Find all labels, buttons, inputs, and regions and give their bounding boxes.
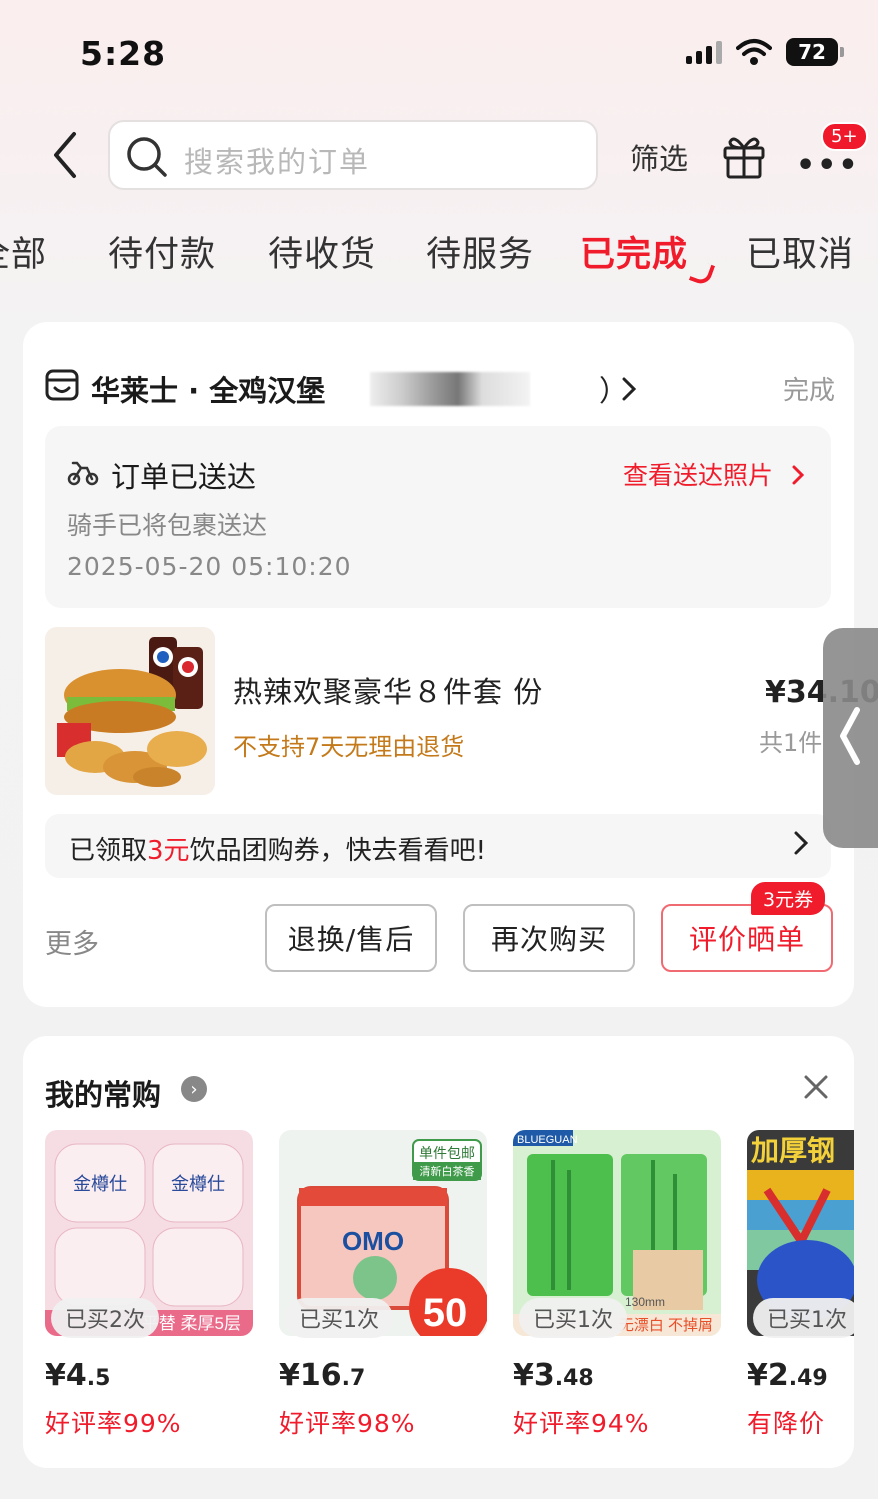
tab-pending-receipt[interactable]: 待收货: [268, 226, 376, 277]
item-rating: 有降价: [747, 1409, 826, 1438]
store-icon: [45, 369, 79, 401]
item-price: ¥4.5: [45, 1358, 110, 1393]
chevron-right-icon: [792, 465, 805, 485]
wifi-icon: [736, 39, 772, 65]
coupon-banner-text: 已领取3元饮品团购券，快去看看吧!: [69, 830, 486, 867]
price-symbol: ¥: [513, 1358, 534, 1393]
order-card[interactable]: 华莱士 · 全鸡汉堡 ） 完成 订单已送达 查看送达照片 骑手已将包裹送达 20…: [23, 322, 878, 1007]
order-tabs: 全部 待付款 待收货 待服务 已完成 已取消: [0, 226, 878, 286]
bought-count-badge: 已买1次: [285, 1298, 393, 1338]
item-rating: 好评率99%: [45, 1409, 182, 1438]
tab-completed[interactable]: 已完成: [580, 226, 688, 277]
price-integer: 2: [767, 1358, 789, 1393]
gift-icon[interactable]: [720, 132, 768, 180]
item-rating: 好评率98%: [279, 1409, 416, 1438]
item-big-text: 50: [423, 1291, 468, 1335]
tab-pending-payment[interactable]: 待付款: [108, 226, 216, 277]
coupon-banner[interactable]: 已领取3元饮品团购券，快去看看吧!: [45, 814, 831, 878]
back-icon[interactable]: [46, 130, 86, 180]
item-brand-text: BLUEGUAN: [517, 1134, 578, 1146]
no-return-note: 不支持7天无理由退货: [233, 733, 465, 761]
frequent-items-list: 金樽仕 金樽仕 平替 柔厚5层 已买2次 ¥4.5 好评率99% 单件包邮 清新…: [45, 1130, 854, 1460]
bought-count-badge: 已买1次: [753, 1298, 854, 1338]
cellular-signal-icon: [686, 40, 722, 64]
product-count: 共1件: [759, 729, 823, 757]
store-row[interactable]: 华莱士 · 全鸡汉堡 ） 完成: [45, 362, 835, 412]
item-brand-text: 金樽仕: [73, 1174, 127, 1194]
search-placeholder: 搜索我的订单: [184, 145, 371, 179]
rebuy-button[interactable]: 再次购买: [463, 904, 635, 972]
delivery-scooter-icon: [67, 461, 99, 486]
chevron-left-icon: [840, 707, 860, 765]
delivery-title: 订单已送达: [111, 460, 257, 494]
more-actions-link[interactable]: 更多: [45, 922, 99, 961]
store-name[interactable]: 华莱士 · 全鸡汉堡: [91, 368, 325, 410]
list-item[interactable]: 金樽仕 金樽仕 平替 柔厚5层 已买2次 ¥4.5 好评率99%: [45, 1130, 253, 1460]
filter-button[interactable]: 筛选: [630, 136, 688, 178]
after-sales-button[interactable]: 退换/售后: [265, 904, 437, 972]
status-bar: 5:28 72: [0, 0, 878, 110]
coupon-suffix: 饮品团购券，快去看看吧!: [189, 836, 486, 866]
chevron-right-icon[interactable]: [621, 376, 637, 402]
bought-count-badge: 已买1次: [519, 1298, 627, 1338]
redacted-address: [370, 372, 530, 406]
price-symbol: ¥: [747, 1358, 768, 1393]
price-integer: 3: [533, 1358, 555, 1393]
side-drawer-handle[interactable]: [823, 628, 878, 848]
product-name[interactable]: 热辣欢聚豪华８件套 份: [233, 669, 543, 711]
item-title-text: 加厚钢: [751, 1135, 835, 1166]
chevron-right-icon: [794, 831, 809, 855]
search-input[interactable]: 搜索我的订单: [108, 120, 598, 190]
price-symbol: ¥: [45, 1358, 66, 1393]
product-row[interactable]: 热辣欢聚豪华８件套 份 不支持7天无理由退货 ¥34.10 共1件: [45, 627, 878, 797]
item-price: ¥16.7: [279, 1358, 365, 1393]
review-coupon-badge: 3元券: [751, 882, 826, 915]
price-decimal: .49: [788, 1366, 828, 1391]
search-icon: [127, 137, 167, 177]
message-badge: 5+: [821, 122, 868, 151]
view-delivery-photo-label: 查看送达照片: [623, 461, 774, 490]
more-menu-icon[interactable]: •••: [796, 148, 860, 183]
price-decimal: .5: [86, 1366, 111, 1391]
price-integer: 16: [299, 1358, 342, 1393]
clock: 5:28: [80, 34, 167, 73]
item-tag-text: 清新白茶香: [420, 1164, 475, 1178]
item-strip-text: 无漂白 不掉屑: [619, 1317, 713, 1334]
list-item[interactable]: BLUEGUAN 130mm 无漂白 不掉屑 已买1次 ¥3.48 好评率94%: [513, 1130, 721, 1460]
price-decimal: .48: [554, 1366, 594, 1391]
list-item[interactable]: 单件包邮 清新白茶香 OMO 50 已买1次 ¥16.7 好评率98%: [279, 1130, 487, 1460]
battery-icon: 72: [786, 38, 844, 66]
order-status: 完成: [782, 376, 835, 406]
close-icon[interactable]: [803, 1074, 829, 1100]
item-rating: 好评率94%: [513, 1409, 650, 1438]
product-image[interactable]: [45, 627, 215, 795]
frequent-purchases-card: 我的常购 › 金樽仕 金樽仕 平替 柔厚5层 已买2次 ¥4.5 好评率99% …: [23, 1036, 854, 1468]
tab-cancelled[interactable]: 已取消: [746, 226, 854, 277]
price-integer: 4: [65, 1358, 87, 1393]
order-actions: 更多 退换/售后 再次购买 评价晒单: [45, 904, 835, 974]
view-delivery-photo-link[interactable]: 查看送达照片: [623, 456, 805, 492]
item-size-text: 130mm: [625, 1295, 665, 1309]
price-symbol: ¥: [279, 1358, 300, 1393]
info-icon[interactable]: ›: [181, 1076, 207, 1102]
delivery-subtitle: 骑手已将包裹送达: [67, 511, 268, 540]
item-price: ¥3.48: [513, 1358, 594, 1393]
delivery-info[interactable]: 订单已送达 查看送达照片 骑手已将包裹送达 2025-05-20 05:10:2…: [45, 426, 831, 608]
delivery-time: 2025-05-20 05:10:20: [67, 552, 352, 581]
status-icons: 72: [686, 38, 844, 66]
item-brand-text: OMO: [342, 1226, 404, 1256]
search-header: 搜索我的订单 筛选 ••• 5+: [0, 118, 878, 194]
bought-count-badge: 已买2次: [51, 1298, 159, 1338]
coupon-amount: 3元: [147, 836, 190, 866]
coupon-prefix: 已领取: [69, 836, 148, 866]
frequent-title: 我的常购: [45, 1078, 162, 1112]
price-decimal: .7: [341, 1366, 366, 1391]
item-brand-text: 金樽仕: [171, 1174, 225, 1194]
list-item[interactable]: 加厚钢 已买1次 ¥2.49 有降价: [747, 1130, 854, 1460]
tab-pending-service[interactable]: 待服务: [426, 226, 534, 277]
item-tag-text: 单件包邮: [419, 1145, 475, 1161]
tab-all[interactable]: 全部: [0, 226, 47, 277]
item-price: ¥2.49: [747, 1358, 828, 1393]
